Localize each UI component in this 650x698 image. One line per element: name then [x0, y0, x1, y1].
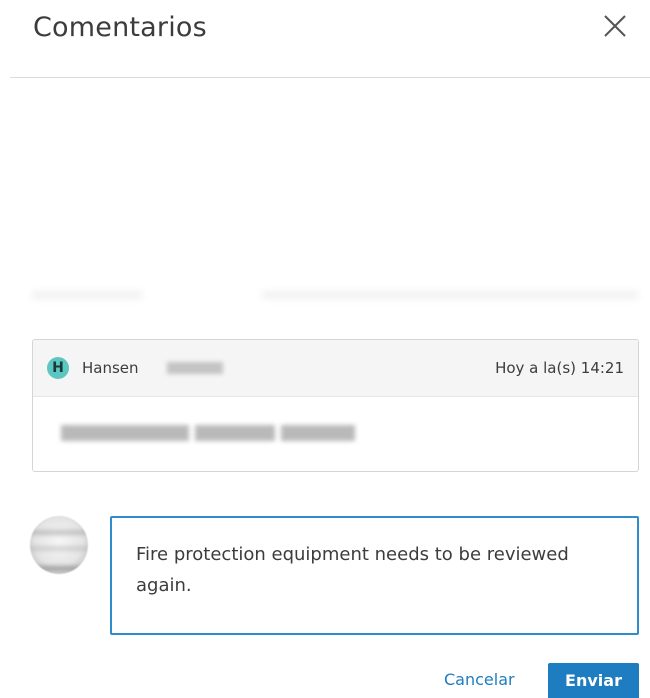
redacted-comment-text	[195, 425, 275, 441]
comment-timestamp: Hoy a la(s) 14:21	[495, 359, 624, 377]
current-user-avatar	[30, 516, 88, 574]
comment-body	[33, 397, 638, 471]
redacted-comment-text	[281, 425, 355, 441]
redacted-author-surname	[167, 362, 223, 374]
comment-input[interactable]: Fire protection equipment needs to be re…	[110, 516, 639, 635]
cancel-button[interactable]: Cancelar	[444, 665, 515, 695]
comment-header: H Hansen Hoy a la(s) 14:21	[33, 340, 638, 397]
faded-background-text	[32, 290, 142, 300]
faded-background-text	[262, 290, 638, 300]
comment-author: Hansen	[82, 359, 139, 377]
comment-card: H Hansen Hoy a la(s) 14:21	[32, 339, 639, 472]
header-divider	[10, 77, 650, 78]
avatar-photo-detail	[30, 546, 88, 551]
close-button[interactable]	[600, 11, 630, 41]
dialog-title: Comentarios	[33, 12, 207, 43]
dialog-header: Comentarios	[0, 0, 650, 78]
author-avatar: H	[47, 357, 69, 379]
avatar-photo-detail	[30, 566, 88, 571]
send-button[interactable]: Enviar	[548, 663, 639, 698]
close-icon	[604, 15, 626, 37]
avatar-photo-detail	[30, 530, 88, 535]
redacted-comment-text	[61, 425, 189, 441]
